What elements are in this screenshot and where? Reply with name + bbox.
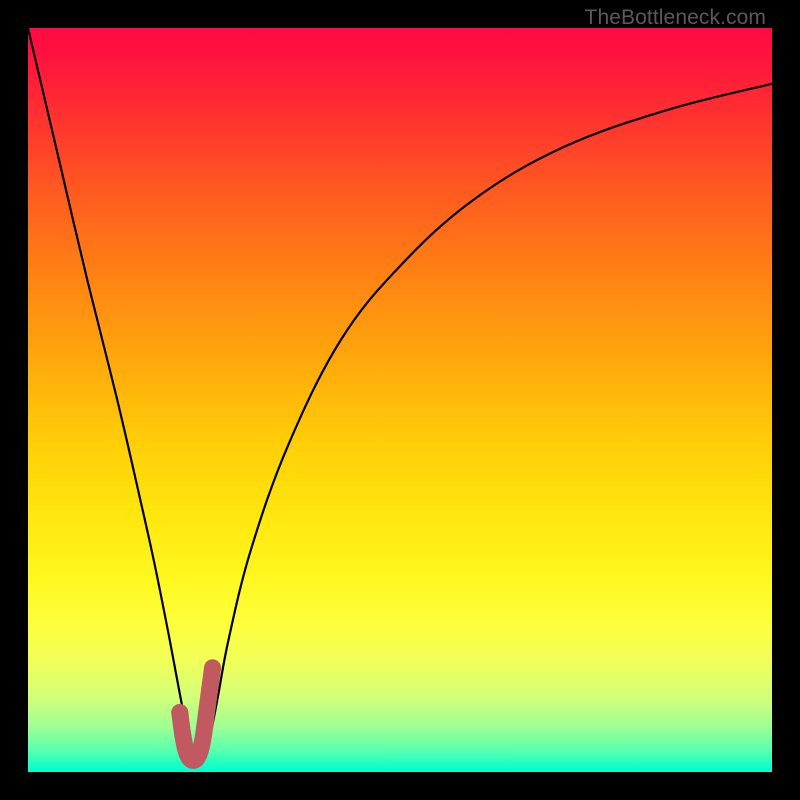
plot-area	[28, 28, 772, 772]
curve-layer	[28, 28, 772, 772]
valley-markers	[171, 659, 221, 760]
chart-frame: TheBottleneck.com	[0, 0, 800, 800]
valley-cap-dot	[204, 659, 221, 676]
valley-cap-dot	[171, 704, 188, 721]
bottleneck-curve	[28, 28, 772, 760]
watermark-text: TheBottleneck.com	[585, 6, 766, 30]
valley-cap-dot	[174, 726, 191, 743]
valley-cap-dot	[201, 682, 218, 699]
